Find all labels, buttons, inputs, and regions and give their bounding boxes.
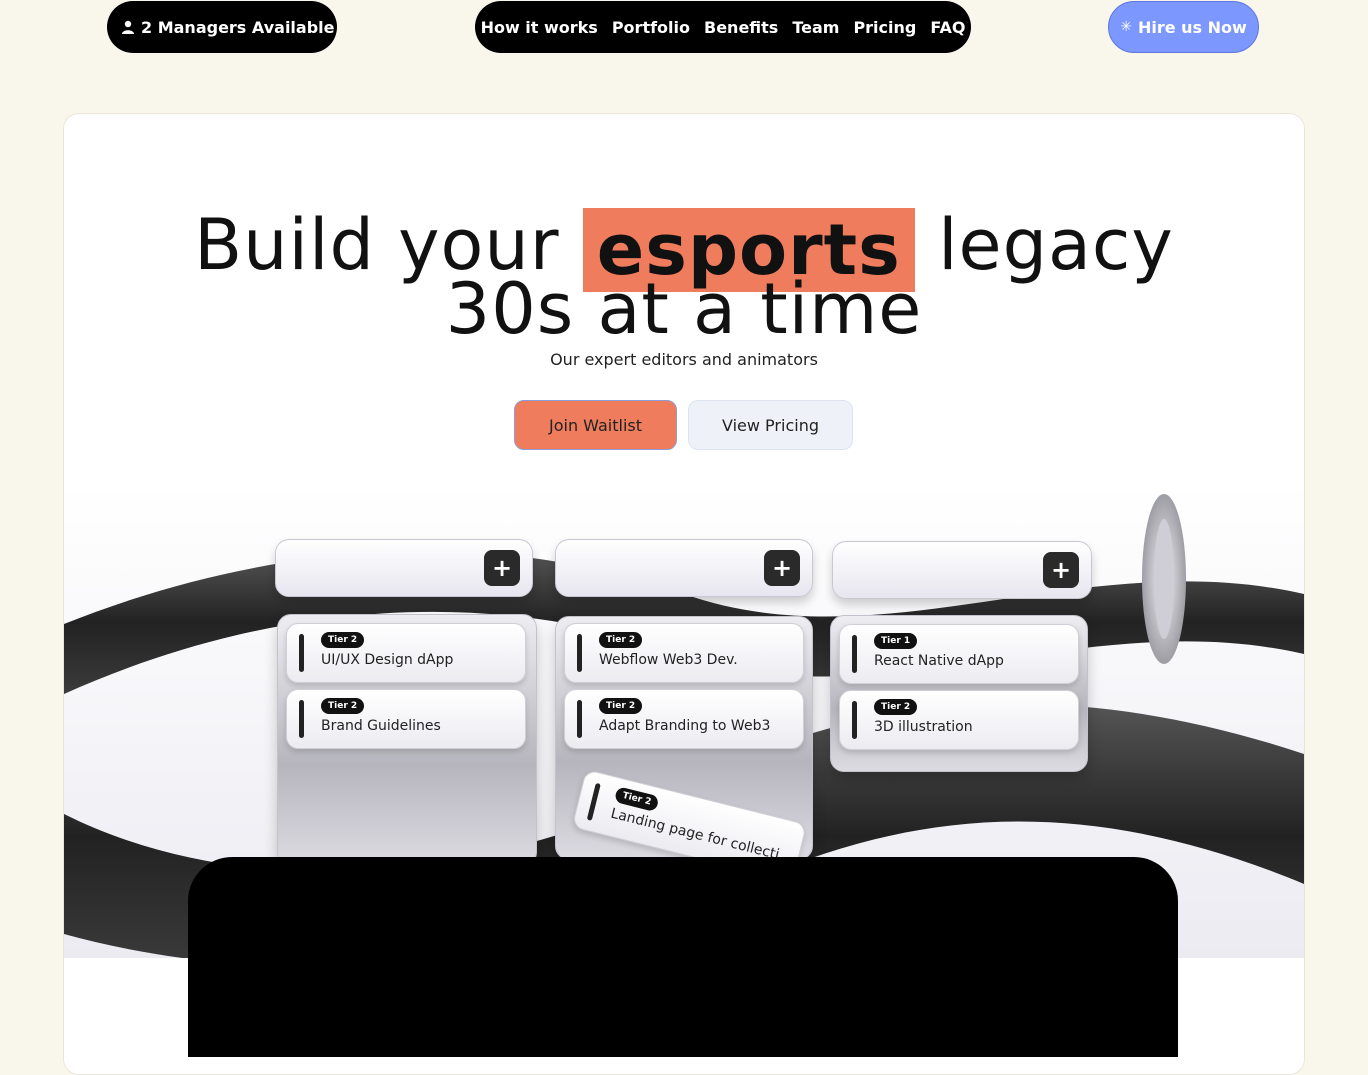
column-body-1: Tier 2 UI/UX Design dApp Tier 2 Brand Gu… (277, 614, 537, 866)
task-title: React Native dApp (874, 653, 1004, 669)
nav-portfolio[interactable]: Portfolio (612, 18, 690, 37)
task-card[interactable]: Tier 1 React Native dApp (839, 624, 1079, 684)
task-title: UI/UX Design dApp (321, 652, 454, 668)
task-title: Brand Guidelines (321, 718, 441, 734)
task-title: Adapt Branding to Web3 (599, 718, 771, 734)
nav-pricing[interactable]: Pricing (853, 18, 916, 37)
task-card[interactable]: Tier 2 Webflow Web3 Dev. (564, 623, 804, 683)
column-body-2: Tier 2 Webflow Web3 Dev. Tier 2 Adapt Br… (555, 616, 813, 883)
task-handle[interactable] (852, 635, 857, 673)
managers-label: 2 Managers Available (141, 17, 335, 37)
tier-badge: Tier 2 (321, 698, 365, 714)
task-card[interactable]: Tier 2 3D illustration (839, 690, 1079, 750)
video-panel[interactable] (188, 857, 1178, 1057)
sparkle-icon: ✳ (1120, 19, 1132, 35)
column-header-3: + (832, 541, 1092, 599)
plus-icon[interactable]: + (764, 550, 800, 586)
nav-how-it-works[interactable]: How it works (481, 18, 598, 37)
task-title: Landing page for collecti (609, 805, 781, 864)
tier-badge: Tier 2 (874, 699, 918, 715)
tier-badge: Tier 2 (599, 632, 643, 648)
tier-badge: Tier 2 (599, 698, 643, 714)
task-handle[interactable] (577, 634, 582, 672)
user-icon (122, 20, 134, 34)
view-pricing-button[interactable]: View Pricing (688, 400, 853, 450)
task-handle[interactable] (586, 782, 601, 821)
task-card[interactable]: Tier 2 UI/UX Design dApp (286, 623, 526, 683)
task-handle[interactable] (299, 700, 304, 738)
nav-team[interactable]: Team (792, 18, 839, 37)
task-handle[interactable] (852, 701, 857, 739)
hero-subtitle: Our expert editors and animators (550, 350, 818, 369)
task-card[interactable]: Tier 2 Adapt Branding to Web3 (564, 689, 804, 749)
managers-available-badge[interactable]: 2 Managers Available (107, 1, 337, 53)
hire-us-button[interactable]: ✳ Hire us Now (1108, 1, 1259, 53)
plus-icon[interactable]: + (484, 550, 520, 586)
task-card[interactable]: Tier 2 Brand Guidelines (286, 689, 526, 749)
join-waitlist-button[interactable]: Join Waitlist (514, 400, 677, 450)
headline-line-2: 30s at a time (445, 268, 923, 350)
task-title: Webflow Web3 Dev. (599, 652, 738, 668)
column-body-3: Tier 1 React Native dApp Tier 2 3D illus… (830, 615, 1088, 772)
column-header-1: + (275, 539, 533, 597)
tier-badge: Tier 1 (874, 633, 918, 649)
main-nav: How it works Portfolio Benefits Team Pri… (475, 1, 971, 53)
nav-benefits[interactable]: Benefits (704, 18, 778, 37)
nav-faq[interactable]: FAQ (930, 18, 965, 37)
task-handle[interactable] (577, 700, 582, 738)
task-handle[interactable] (299, 634, 304, 672)
column-header-2: + (555, 539, 813, 597)
task-title: 3D illustration (874, 719, 973, 735)
tier-badge: Tier 2 (321, 632, 365, 648)
hire-label: Hire us Now (1137, 17, 1247, 37)
plus-icon[interactable]: + (1043, 552, 1079, 588)
